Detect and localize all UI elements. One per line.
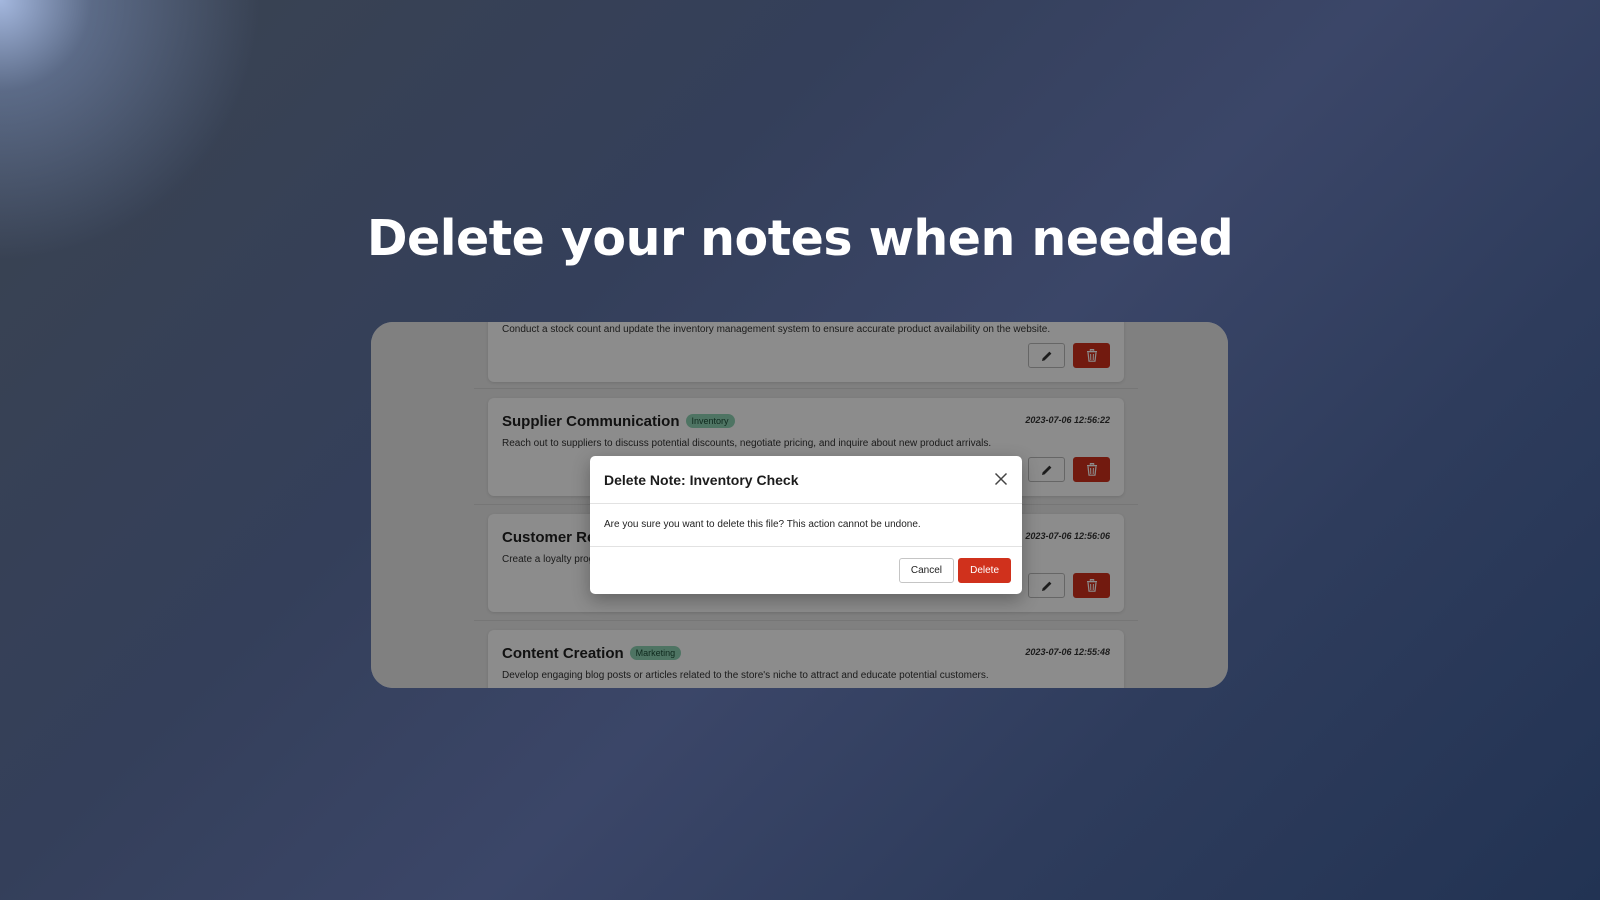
delete-confirmation-dialog: Delete Note: Inventory Check Are you sur…	[590, 456, 1022, 594]
dialog-footer: Cancel Delete	[590, 547, 1022, 594]
dialog-title: Delete Note: Inventory Check	[604, 472, 799, 488]
page-headline: Delete your notes when needed	[366, 210, 1234, 267]
dialog-message: Are you sure you want to delete this fil…	[604, 519, 921, 530]
app-screenshot-frame: Conduct a stock count and update the inv…	[371, 322, 1228, 688]
dialog-body: Are you sure you want to delete this fil…	[590, 504, 1022, 547]
close-icon	[994, 472, 1008, 486]
dialog-header: Delete Note: Inventory Check	[590, 456, 1022, 504]
cancel-button[interactable]: Cancel	[898, 558, 954, 583]
confirm-delete-button[interactable]: Delete	[958, 558, 1011, 583]
close-dialog-button[interactable]	[992, 470, 1010, 488]
